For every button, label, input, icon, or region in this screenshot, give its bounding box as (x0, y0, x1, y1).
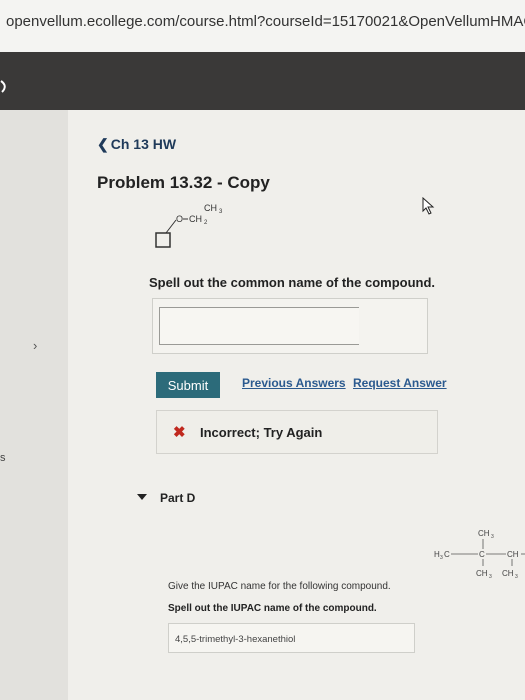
left-c-label: C (444, 550, 450, 559)
ch2-subscript: 2 (204, 220, 208, 226)
right-ch-label: CH (507, 550, 519, 559)
ch3-label: CH (204, 203, 217, 213)
feedback-text: Incorrect; Try Again (200, 425, 323, 440)
url-text[interactable]: openvellum.ecollege.com/course.html?cour… (6, 13, 525, 30)
browser-address-bar[interactable]: openvellum.ecollege.com/course.html?cour… (0, 0, 525, 53)
expand-chevron-icon[interactable]: › (33, 338, 37, 353)
app-header-band (0, 52, 525, 110)
incorrect-x-icon: ✖ (173, 424, 186, 441)
ring-bond (165, 219, 177, 234)
part-d-toggle[interactable]: Part D (160, 491, 195, 505)
ch3-subscript: 3 (219, 209, 223, 215)
side-partial-text: s (0, 452, 6, 464)
bottom-left-ch3-subscript: 3 (489, 574, 492, 580)
left-subscript: 3 (440, 555, 443, 561)
mouse-cursor-icon (422, 197, 435, 215)
top-ch3-subscript: 3 (491, 534, 494, 540)
back-to-assignment-link[interactable]: ❮ Ch 13 HW (97, 136, 176, 153)
left-panel (0, 110, 68, 700)
chevron-left-icon: ❮ (97, 136, 109, 152)
request-answer-link[interactable]: Request Answer (353, 376, 447, 390)
molecule-structure-c: O CH 2 CH 3 (155, 203, 223, 248)
answer-input-d[interactable]: 4,5,5-trimethyl-3-hexanethiol (168, 623, 415, 653)
top-ch3-label: CH (478, 529, 490, 538)
previous-answers-link[interactable]: Previous Answers (242, 376, 346, 390)
feedback-box: ✖ Incorrect; Try Again (156, 410, 438, 454)
center-c-label: C (479, 550, 485, 559)
menu-glyph-icon (0, 80, 6, 93)
molecule-structure-d: CH 3 H 3 C C CH CH 3 CH 3 (434, 529, 525, 580)
part-d-instruction: Give the IUPAC name for the following co… (168, 581, 391, 592)
problem-title: Problem 13.32 - Copy (97, 173, 270, 192)
answer-input-c[interactable] (159, 307, 359, 345)
part-c-prompt: Spell out the common name of the compoun… (149, 275, 436, 290)
ring-square (155, 232, 171, 248)
answer-box-c (152, 298, 428, 354)
back-link-label: Ch 13 HW (110, 136, 177, 152)
part-d-sub-instruction: Spell out the IUPAC name of the compound… (168, 603, 377, 614)
bottom-right-ch3-subscript: 3 (515, 574, 518, 580)
o-label: O (176, 214, 183, 224)
bottom-left-ch3-label: CH (476, 569, 488, 578)
ch2-label: CH (189, 214, 202, 224)
caret-down-icon[interactable] (137, 494, 147, 500)
bottom-right-ch3-label: CH (502, 569, 514, 578)
submit-button[interactable]: Submit (156, 372, 220, 398)
